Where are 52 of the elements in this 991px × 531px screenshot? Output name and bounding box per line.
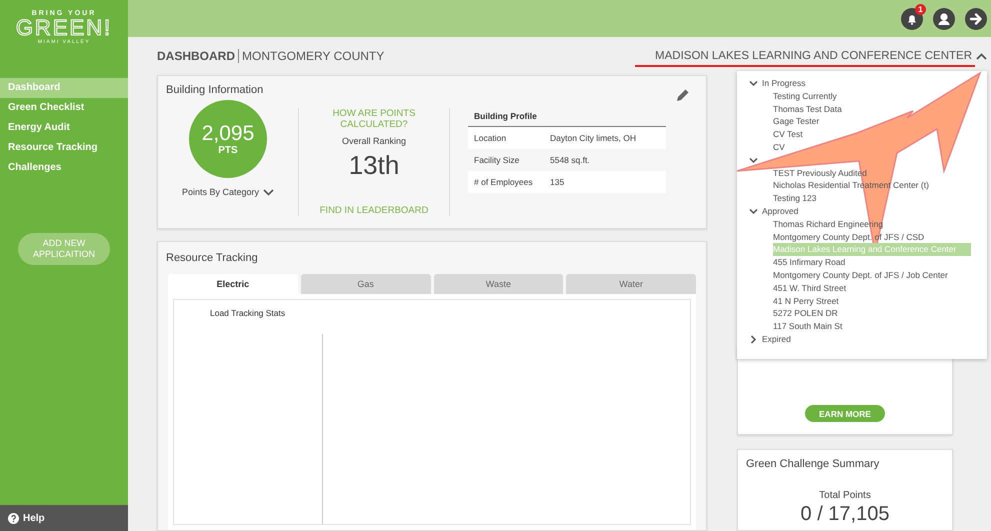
building-menu-item[interactable]: Testing Currently <box>773 90 841 103</box>
chevron-icon[interactable] <box>749 78 758 88</box>
logo-wordmark: GREEN! <box>16 17 112 39</box>
edit-icon[interactable] <box>676 88 690 102</box>
resource-tab[interactable]: Electric <box>168 274 298 294</box>
resource-tab[interactable]: Water <box>566 274 696 294</box>
notification-bell-icon[interactable] <box>901 8 923 30</box>
building-menu-item[interactable]: Gage Tester <box>773 115 824 128</box>
group-label[interactable]: In Progress <box>762 78 806 88</box>
card-title: Green Challenge Summary <box>746 458 880 470</box>
help-link[interactable]: Help <box>0 505 128 531</box>
arrow-right-icon[interactable] <box>965 8 987 30</box>
help-icon <box>8 512 19 524</box>
profile-label: Facility Size <box>474 155 520 165</box>
building-menu-item[interactable]: 41 N Perry Street <box>773 294 843 308</box>
building-menu-item[interactable]: Thomas Test Data <box>773 102 846 116</box>
building-menu-item[interactable]: 451 W. Third Street <box>773 282 850 295</box>
building-menu-item[interactable]: 5272 POLEN DR <box>773 307 842 320</box>
building-menu-item[interactable]: CV Test <box>773 128 807 141</box>
building-menu-item[interactable]: Testing 123 <box>773 192 820 205</box>
total-points-value: 0 / 17,105 <box>800 503 890 526</box>
user-profile-icon[interactable] <box>933 8 955 30</box>
chevron-icon[interactable] <box>749 334 758 344</box>
building-menu-item[interactable]: 117 South Main St <box>773 320 846 333</box>
points-by-category-toggle[interactable]: Points By Category <box>176 186 280 198</box>
ranking-value: 13th <box>348 150 400 181</box>
resource-tab[interactable]: Gas <box>300 274 430 294</box>
profile-label: # of Employees <box>474 177 534 187</box>
card-title: Building Information <box>166 84 264 96</box>
profile-value: 135 <box>550 177 564 187</box>
profile-value: Dayton City limets, OH <box>550 133 636 143</box>
profile-value: 5548 sq.ft. <box>550 155 590 165</box>
building-menu-item[interactable]: 455 Infirmary Road <box>773 256 850 269</box>
card-title: Resource Tracking <box>166 252 258 264</box>
points-unit: PTS <box>218 144 238 156</box>
page-title: DASHBOARD <box>157 49 239 63</box>
chevron-down-icon <box>263 188 274 196</box>
profile-label: Location <box>474 133 508 143</box>
total-points-label: Total Points <box>819 490 871 501</box>
notification-badge: 1 <box>915 4 926 14</box>
group-label[interactable]: Expired <box>762 334 791 344</box>
chart-title: Load Tracking Stats <box>210 308 286 318</box>
resource-tab[interactable]: Waste <box>434 274 564 294</box>
building-menu-item[interactable]: CV <box>773 140 789 154</box>
ranking-label: Overall Ranking <box>342 136 406 146</box>
building-selector[interactable]: MADISON LAKES LEARNING AND CONFERENCE CENTER <box>655 50 987 62</box>
chevron-icon[interactable] <box>749 156 758 165</box>
group-label[interactable]: Approved <box>762 206 798 216</box>
building-menu-item[interactable]: Montgomery County Dept. of JFS / Job Center <box>773 268 952 282</box>
chevron-icon[interactable] <box>749 206 758 216</box>
county-name: MONTGOMERY COUNTY <box>241 49 384 63</box>
points-value: 2,095 <box>202 122 254 144</box>
